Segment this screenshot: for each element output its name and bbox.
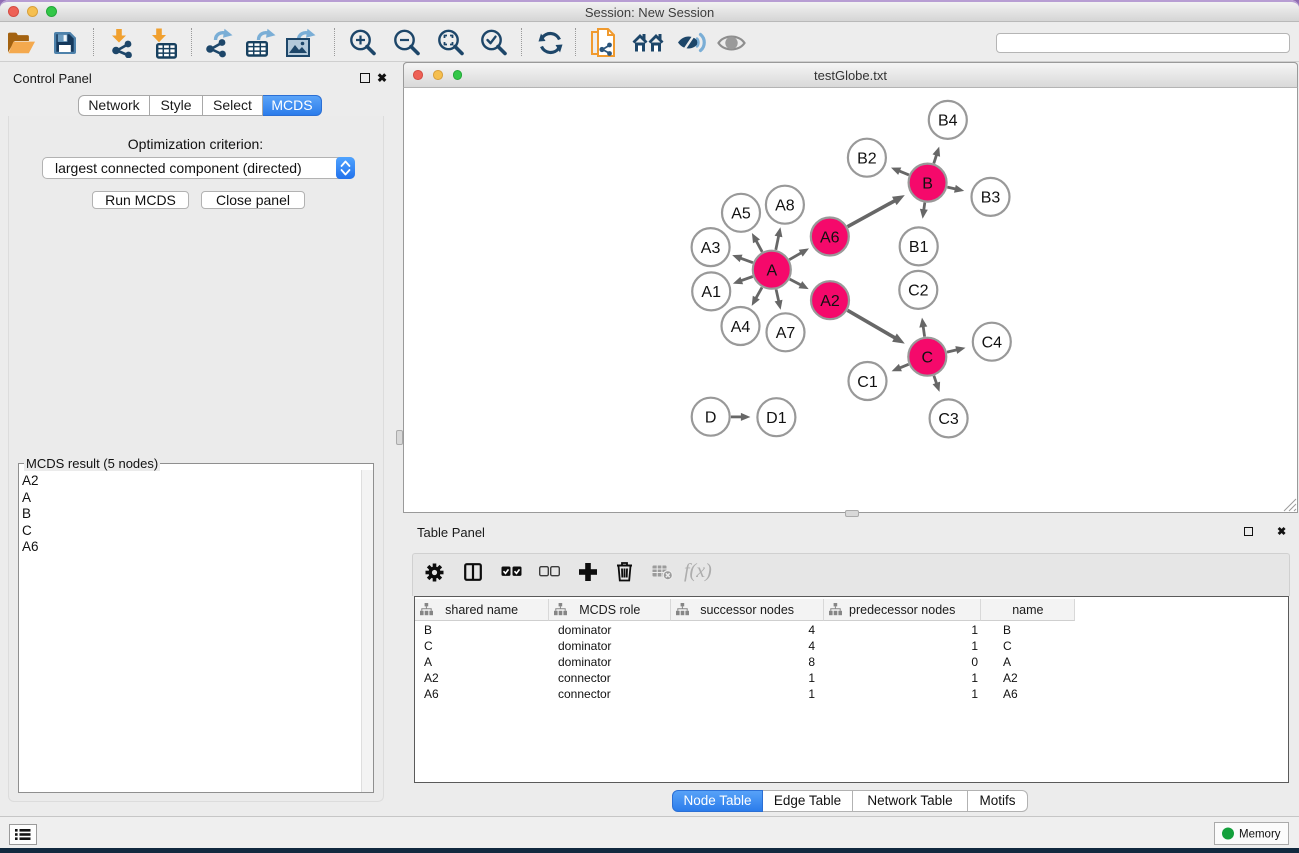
svg-text:C3: C3	[938, 411, 959, 428]
svg-text:B1: B1	[909, 239, 929, 256]
svg-text:A1: A1	[701, 284, 721, 301]
svg-text:C: C	[922, 350, 934, 367]
svg-text:A5: A5	[731, 206, 751, 223]
svg-text:Memory: Memory	[1239, 829, 1281, 841]
svg-text:A6: A6	[820, 229, 840, 246]
svg-text:D: D	[705, 410, 717, 427]
svg-text:C4: C4	[982, 335, 1003, 352]
svg-text:B2: B2	[857, 151, 877, 168]
svg-text:A2: A2	[820, 293, 840, 310]
svg-text:A3: A3	[701, 240, 721, 257]
svg-text:A8: A8	[775, 198, 795, 215]
svg-text:A7: A7	[776, 325, 796, 342]
svg-text:B: B	[922, 175, 933, 192]
svg-text:D1: D1	[766, 410, 787, 427]
svg-text:C2: C2	[908, 283, 929, 300]
svg-text:A: A	[766, 263, 777, 280]
svg-text:A4: A4	[731, 319, 751, 336]
svg-text:C1: C1	[857, 374, 878, 391]
svg-text:B4: B4	[938, 113, 958, 130]
svg-text:B3: B3	[981, 190, 1001, 207]
